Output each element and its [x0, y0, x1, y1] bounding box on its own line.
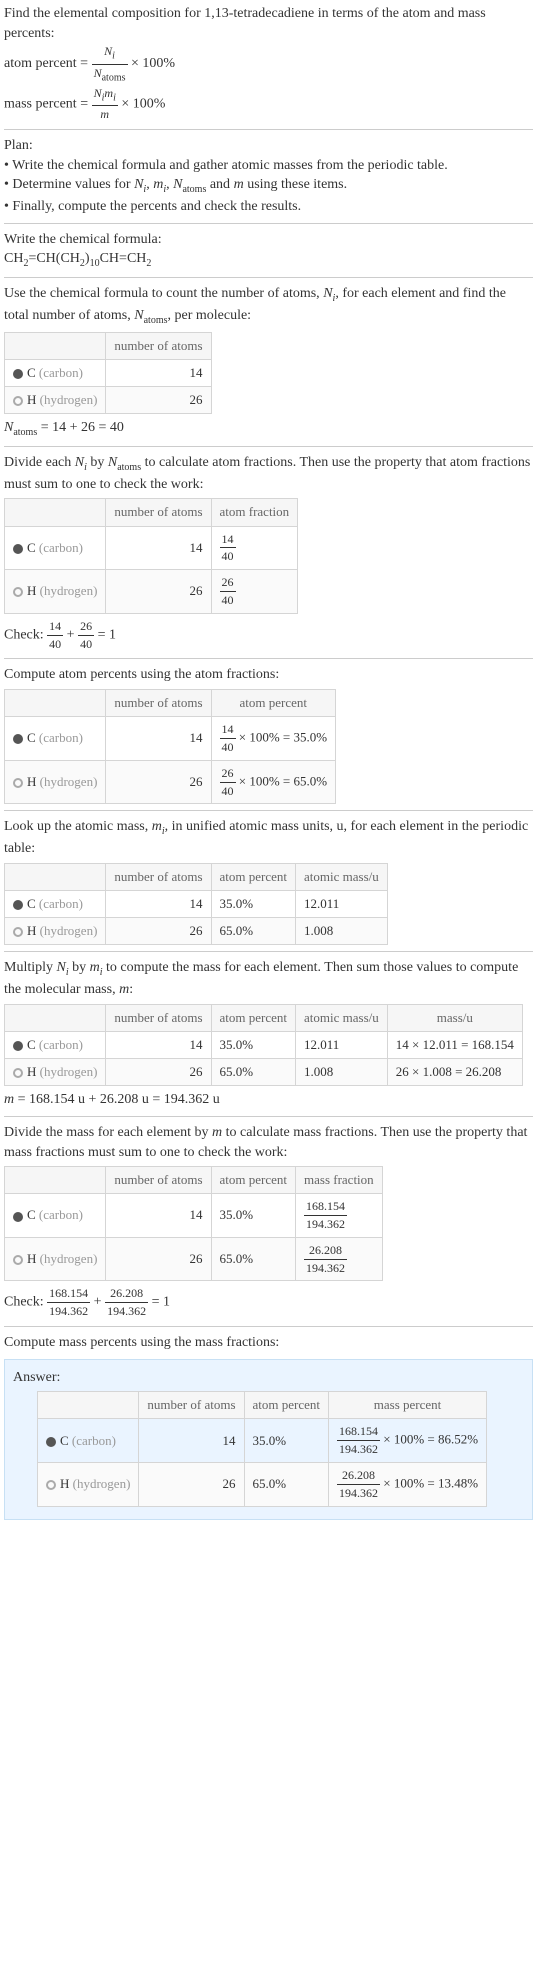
atom-percent-paragraph: Compute atom percents using the atom fra… — [4, 665, 533, 685]
divider — [4, 446, 533, 447]
carbon-dot-icon — [13, 544, 23, 554]
hydrogen-circle-icon — [13, 1255, 23, 1265]
hydrogen-circle-icon — [13, 587, 23, 597]
answer-table: number of atomsatom percentmass percent … — [37, 1391, 487, 1506]
carbon-dot-icon — [13, 900, 23, 910]
answer-heading: Answer: — [13, 1368, 524, 1388]
divider — [4, 129, 533, 130]
carbon-dot-icon — [13, 734, 23, 744]
carbon-dot-icon — [46, 1437, 56, 1447]
divider — [4, 277, 533, 278]
table-row: H (hydrogen)2665.0%1.008 — [5, 918, 388, 945]
count-paragraph: Use the chemical formula to count the nu… — [4, 284, 533, 328]
atom-percent-table: number of atomsatom percent C (carbon)14… — [4, 689, 336, 804]
carbon-dot-icon — [13, 1212, 23, 1222]
final-paragraph: Compute mass percents using the mass fra… — [4, 1333, 533, 1353]
divider — [4, 1116, 533, 1117]
hydrogen-circle-icon — [13, 778, 23, 788]
table-row: C (carbon)1435.0%168.154194.362 × 100% =… — [38, 1419, 487, 1463]
divider — [4, 1326, 533, 1327]
atom-percent-eq: atom percent = NiNatoms × 100% — [4, 43, 533, 85]
atom-fraction-paragraph: Divide each Ni by Natoms to calculate at… — [4, 453, 533, 494]
table-row: C (carbon)141440 — [5, 526, 298, 570]
mass-fraction-table: number of atomsatom percentmass fraction… — [4, 1166, 383, 1281]
table-row: H (hydrogen)26 — [5, 387, 212, 414]
divider — [4, 951, 533, 952]
count-sum: Natoms = 14 + 26 = 40 — [4, 418, 533, 440]
divider — [4, 658, 533, 659]
mass-sum: m = 168.154 u + 26.208 u = 194.362 u — [4, 1090, 533, 1110]
table-row: H (hydrogen)262640 — [5, 570, 298, 614]
table-row: H (hydrogen)2665.0%1.00826 × 1.008 = 26.… — [5, 1059, 523, 1086]
plan-line-2: • Determine values for Ni, mi, Natoms an… — [4, 175, 533, 197]
atomic-mass-paragraph: Look up the atomic mass, mi, in unified … — [4, 817, 533, 858]
intro-prompt: Find the elemental composition for 1,13-… — [4, 4, 533, 43]
count-table: number of atoms C (carbon)14 H (hydrogen… — [4, 332, 212, 415]
table-row: C (carbon)1435.0%12.011 — [5, 890, 388, 917]
mass-percent-eq: mass percent = Nimim × 100% — [4, 85, 533, 123]
table-row: H (hydrogen)262640 × 100% = 65.0% — [5, 760, 336, 804]
hydrogen-circle-icon — [13, 1068, 23, 1078]
plan-heading: Plan: — [4, 136, 533, 156]
table-row: H (hydrogen)2665.0%26.208194.362 × 100% … — [38, 1463, 487, 1507]
mass-fraction-check: Check: 168.154194.362 + 26.208194.362 = … — [4, 1285, 533, 1320]
table-row: C (carbon)141440 × 100% = 35.0% — [5, 717, 336, 761]
hydrogen-circle-icon — [46, 1480, 56, 1490]
mass-fraction-paragraph: Divide the mass for each element by m to… — [4, 1123, 533, 1162]
divider — [4, 223, 533, 224]
formula-heading: Write the chemical formula: — [4, 230, 533, 250]
atom-fraction-table: number of atomsatom fraction C (carbon)1… — [4, 498, 298, 613]
divider — [4, 810, 533, 811]
table-row: C (carbon)1435.0%12.01114 × 12.011 = 168… — [5, 1031, 523, 1058]
answer-box: Answer: number of atomsatom percentmass … — [4, 1359, 533, 1520]
mass-mul-table: number of atomsatom percentatomic mass/u… — [4, 1004, 523, 1087]
chemical-formula: CH2=CH(CH2)10CH=CH2 — [4, 249, 533, 271]
plan-line-1: • Write the chemical formula and gather … — [4, 156, 533, 176]
table-row: H (hydrogen)2665.0%26.208194.362 — [5, 1237, 383, 1281]
hydrogen-circle-icon — [13, 396, 23, 406]
carbon-dot-icon — [13, 369, 23, 379]
carbon-dot-icon — [13, 1041, 23, 1051]
table-row: C (carbon)1435.0%168.154194.362 — [5, 1194, 383, 1238]
atomic-mass-table: number of atomsatom percentatomic mass/u… — [4, 863, 388, 946]
mass-mul-paragraph: Multiply Ni by mi to compute the mass fo… — [4, 958, 533, 999]
hydrogen-circle-icon — [13, 927, 23, 937]
table-row: C (carbon)14 — [5, 359, 212, 386]
plan-line-3: • Finally, compute the percents and chec… — [4, 197, 533, 217]
atom-fraction-check: Check: 1440 + 2640 = 1 — [4, 618, 533, 653]
